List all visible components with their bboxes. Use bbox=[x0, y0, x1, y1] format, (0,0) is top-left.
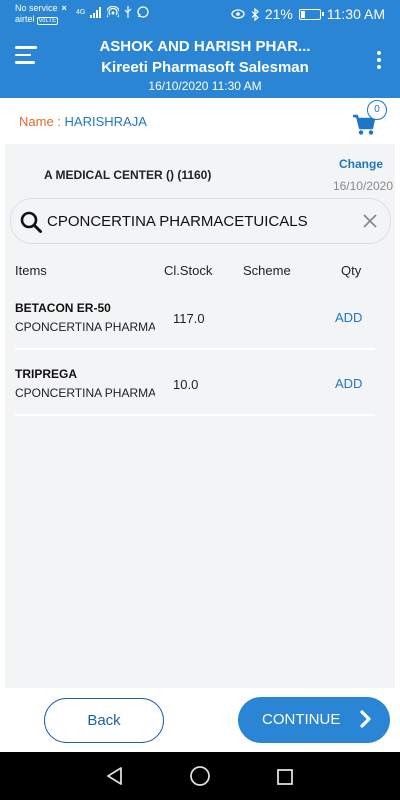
column-header-qty: Qty bbox=[341, 263, 362, 278]
clock: 11:30 AM bbox=[326, 6, 385, 22]
back-button[interactable]: Back bbox=[44, 698, 164, 743]
battery-icon bbox=[298, 8, 324, 20]
user-row: Name : HARISHRAJA 0 bbox=[0, 98, 400, 144]
name-label: Name : bbox=[19, 114, 65, 129]
item-stock: 117.0 bbox=[173, 311, 205, 326]
volte-badge: VoLTE bbox=[36, 17, 59, 25]
usb-icon bbox=[124, 6, 132, 18]
hamburger-icon[interactable] bbox=[15, 46, 37, 64]
continue-label: CONTINUE bbox=[262, 711, 341, 728]
signal-icon bbox=[90, 6, 102, 18]
column-header-items: Items bbox=[15, 263, 47, 278]
customer-date: 16/10/2020 bbox=[332, 179, 393, 193]
network-type: 4G bbox=[76, 8, 86, 16]
item-name: TRIPREGA bbox=[15, 367, 78, 381]
nav-home-icon[interactable] bbox=[189, 765, 211, 787]
item-company: CPONCERTINA PHARMACETUICALS bbox=[15, 320, 155, 334]
search-bar[interactable]: CPONCERTINA PHARMACETUICALS bbox=[10, 198, 391, 244]
cart-count-badge: 0 bbox=[367, 100, 387, 120]
item-stock: 10.0 bbox=[173, 377, 199, 392]
bluetooth-icon bbox=[251, 7, 259, 21]
table-row: TRIPREGA CPONCERTINA PHARMACETUICALS 10.… bbox=[5, 367, 395, 423]
status-icons-right: 21% 11:30 AM bbox=[231, 6, 385, 22]
app-title: ASHOK AND HARISH PHAR... bbox=[99, 38, 311, 55]
name-value: HARISHRAJA bbox=[64, 114, 147, 129]
main-content: A MEDICAL CENTER () (1160) Change 16/10/… bbox=[5, 144, 395, 688]
nav-back-icon[interactable] bbox=[105, 766, 125, 786]
app-datetime: 16/10/2020 11:30 AM bbox=[148, 79, 262, 93]
cart-button[interactable]: 0 bbox=[352, 100, 388, 136]
whatsapp-icon bbox=[137, 6, 149, 18]
continue-button[interactable]: CONTINUE bbox=[238, 697, 390, 743]
row-divider bbox=[15, 414, 375, 416]
app-bar: ASHOK AND HARISH PHAR... Kireeti Pharmas… bbox=[0, 28, 400, 98]
item-name: BETACON ER-50 bbox=[15, 301, 111, 315]
search-icon bbox=[20, 211, 42, 233]
chevron-right-icon bbox=[360, 710, 371, 728]
more-vert-icon[interactable] bbox=[376, 51, 382, 72]
change-customer-link[interactable]: Change bbox=[339, 157, 383, 171]
column-header-scheme: Scheme bbox=[243, 263, 291, 278]
carrier-line1: No service bbox=[15, 3, 58, 13]
app-subtitle: Kireeti Pharmasoft Salesman bbox=[101, 59, 309, 76]
no-signal-icon: × bbox=[61, 3, 67, 13]
customer-name: A MEDICAL CENTER () (1160) bbox=[44, 168, 212, 182]
salesman-name: Name : HARISHRAJA bbox=[19, 114, 147, 129]
battery-percent: 21% bbox=[264, 6, 293, 22]
hotspot-icon bbox=[107, 6, 120, 18]
system-nav-bar bbox=[0, 752, 400, 800]
eye-icon bbox=[231, 9, 245, 19]
item-company: CPONCERTINA PHARMACETUICALS bbox=[15, 386, 155, 400]
carrier-info: No service × airtel VoLTE bbox=[15, 3, 67, 27]
row-divider bbox=[15, 348, 375, 350]
table-row: BETACON ER-50 CPONCERTINA PHARMACETUICAL… bbox=[5, 301, 395, 357]
status-icons-left: 4G bbox=[76, 6, 149, 18]
add-item-button[interactable]: ADD bbox=[335, 310, 362, 325]
carrier-line2: airtel bbox=[15, 14, 35, 24]
column-header-stock: Cl.Stock bbox=[164, 263, 213, 278]
status-bar: No service × airtel VoLTE 4G 21% 11:30 AM bbox=[0, 0, 400, 28]
nav-recents-icon[interactable] bbox=[276, 768, 294, 786]
search-input[interactable]: CPONCERTINA PHARMACETUICALS bbox=[47, 213, 347, 230]
close-icon[interactable] bbox=[360, 211, 380, 231]
add-item-button[interactable]: ADD bbox=[335, 376, 362, 391]
